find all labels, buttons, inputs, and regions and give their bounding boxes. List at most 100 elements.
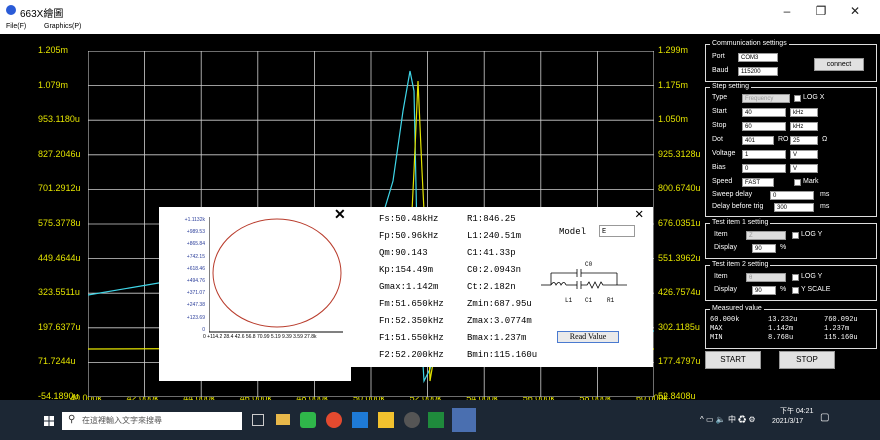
item1-logy-label: LOG Y: [801, 231, 823, 238]
comm-title: Communication settings: [710, 40, 789, 47]
bias-unit-select[interactable]: V: [790, 164, 818, 173]
close-window-button[interactable]: ✕: [840, 2, 870, 20]
dot-input[interactable]: 401: [742, 136, 774, 145]
comm-settings-group: Communication settings Port COM3 Baud 11…: [705, 40, 877, 82]
left-axis-tick: 1.205m: [38, 45, 69, 55]
minimize-button[interactable]: –: [772, 2, 802, 20]
model-select[interactable]: E: [599, 225, 635, 237]
c0-label: C0: [585, 261, 593, 268]
test-item2-group: Test item 2 setting Item θ LOG Y Display…: [705, 261, 877, 301]
port-select[interactable]: COM3: [738, 53, 778, 62]
item2-logy-checkbox[interactable]: [792, 274, 799, 281]
active-app-icon[interactable]: [452, 408, 476, 432]
notification-icon[interactable]: ▢: [820, 412, 829, 423]
step-title: Step setting: [710, 83, 751, 90]
left-axis-tick: 701.2912u: [38, 183, 81, 194]
menu-file[interactable]: File(F): [6, 23, 26, 30]
polar-y-tick: +989.53: [186, 229, 205, 236]
item2-display-input[interactable]: 90: [752, 286, 776, 295]
item1-logy-checkbox[interactable]: [792, 232, 799, 239]
type-select[interactable]: Frequency: [742, 94, 790, 103]
result-value: Qm:90.143: [379, 248, 428, 258]
left-axis-tick: 323.5511u: [38, 287, 80, 298]
right-axis-tick: 925.3128u: [658, 148, 701, 159]
taskbar: ⚲ 在這裡輸入文字來搜尋 ^ ▭ 🔈 中 ♻ ⚙ 下午 04:21 2021/3…: [0, 400, 880, 440]
line-app-icon[interactable]: [300, 412, 316, 428]
polar-y-tick: +494.76: [186, 278, 205, 284]
ohm-label: Ω: [822, 136, 828, 143]
right-axis-tick: 1.175m: [658, 79, 689, 90]
measured-r2c3: 1.237m: [824, 325, 850, 333]
sticky-notes-icon[interactable]: [378, 412, 394, 428]
results-close-button[interactable]: ✕: [635, 206, 643, 223]
trig-delay-input[interactable]: 300: [774, 203, 814, 212]
polar-plot-window: ✕ +1.1132k +989.53 +865.84 +742.15 +618.46 +4…: [159, 206, 351, 381]
baud-select[interactable]: 115200: [738, 67, 778, 76]
item1-display-input[interactable]: 90: [752, 244, 776, 253]
search-box[interactable]: ⚲ 在這裡輸入文字來搜尋: [62, 412, 242, 430]
measured-r1c2: 13.232u: [768, 316, 798, 324]
file-explorer-icon[interactable]: [276, 414, 290, 425]
result-value: Kp:154.49m: [379, 265, 434, 275]
left-axis-tick: 449.4644u: [38, 252, 81, 263]
sweep-delay-input[interactable]: 0: [770, 191, 814, 200]
item1-select[interactable]: Z: [746, 231, 786, 240]
control-panel: Communication settings Port COM3 Baud 11…: [702, 34, 880, 400]
start-button[interactable]: START: [705, 351, 761, 369]
voltage-unit-select[interactable]: V: [790, 150, 818, 159]
ro-label: RO: [778, 136, 789, 143]
logx-checkbox[interactable]: [794, 95, 801, 102]
system-tray-icons[interactable]: ^ ▭ 🔈 中 ♻ ⚙: [700, 414, 756, 425]
voltage-input[interactable]: 1: [742, 150, 786, 159]
result-value: Zmax:3.0774m: [467, 316, 532, 326]
stop-input[interactable]: 60: [742, 122, 786, 131]
speed-label: Speed: [712, 178, 733, 185]
bias-input[interactable]: 0: [742, 164, 786, 173]
yscale-checkbox[interactable]: [792, 287, 799, 294]
mark-checkbox[interactable]: [794, 179, 801, 186]
ro-select[interactable]: 25: [790, 136, 818, 145]
read-value-button[interactable]: Read Value: [557, 331, 619, 343]
restore-button[interactable]: ❐: [806, 2, 836, 20]
menu-graphics[interactable]: Graphics(P): [44, 23, 81, 30]
chrome-icon[interactable]: [326, 412, 342, 428]
right-axis-tick: 302.1185u: [658, 321, 700, 332]
result-value: C1:41.33p: [467, 248, 516, 258]
media-player-icon[interactable]: [404, 412, 420, 428]
right-axis-tick: 426.7574u: [658, 287, 701, 298]
item2-pct-label: %: [780, 286, 787, 293]
item2-select[interactable]: θ: [746, 273, 786, 282]
result-value: Bmin:115.160u: [467, 350, 538, 360]
logx-label: LOG X: [803, 94, 825, 101]
search-icon: ⚲: [68, 414, 76, 425]
polar-y-tick: +123.69: [186, 314, 205, 321]
connect-button[interactable]: connect: [814, 58, 864, 71]
excel-icon[interactable]: [428, 412, 444, 428]
start-unit-select[interactable]: kHz: [790, 108, 818, 117]
start-input[interactable]: 40: [742, 108, 786, 117]
polar-y-tick: +1.1132k: [184, 217, 205, 223]
windows-start-icon[interactable]: [44, 416, 54, 426]
equivalent-circuit-diagram: [541, 269, 627, 289]
model-label: Model: [559, 227, 587, 237]
result-value: Fs:50.48kHz: [379, 214, 439, 224]
result-value: Fm:51.650kHz: [379, 299, 444, 309]
outlook-icon[interactable]: [352, 412, 368, 428]
task-view-icon[interactable]: [252, 414, 264, 426]
clock-time[interactable]: 下午 04:21: [780, 406, 813, 416]
stop-button[interactable]: STOP: [779, 351, 835, 369]
stop-unit-select[interactable]: kHz: [790, 122, 818, 131]
result-value: F1:51.550kHz: [379, 333, 444, 343]
result-value: Ct:2.182n: [467, 282, 516, 292]
clock-date[interactable]: 2021/3/17: [772, 418, 803, 425]
measured-r3c1: MIN: [710, 334, 723, 342]
left-axis-tick: 575.3778u: [38, 218, 81, 228]
right-axis-tick: 551.3962u: [658, 252, 701, 263]
item1-display-label: Display: [714, 244, 737, 251]
result-value: Fn:52.350kHz: [379, 316, 444, 326]
r1-label: R1: [607, 297, 615, 304]
item2-logy-label: LOG Y: [801, 273, 823, 280]
result-value: L1:240.51m: [467, 231, 522, 241]
speed-select[interactable]: FAST: [742, 178, 774, 187]
test-item1-group: Test item 1 setting Item Z LOG Y Display…: [705, 219, 877, 259]
